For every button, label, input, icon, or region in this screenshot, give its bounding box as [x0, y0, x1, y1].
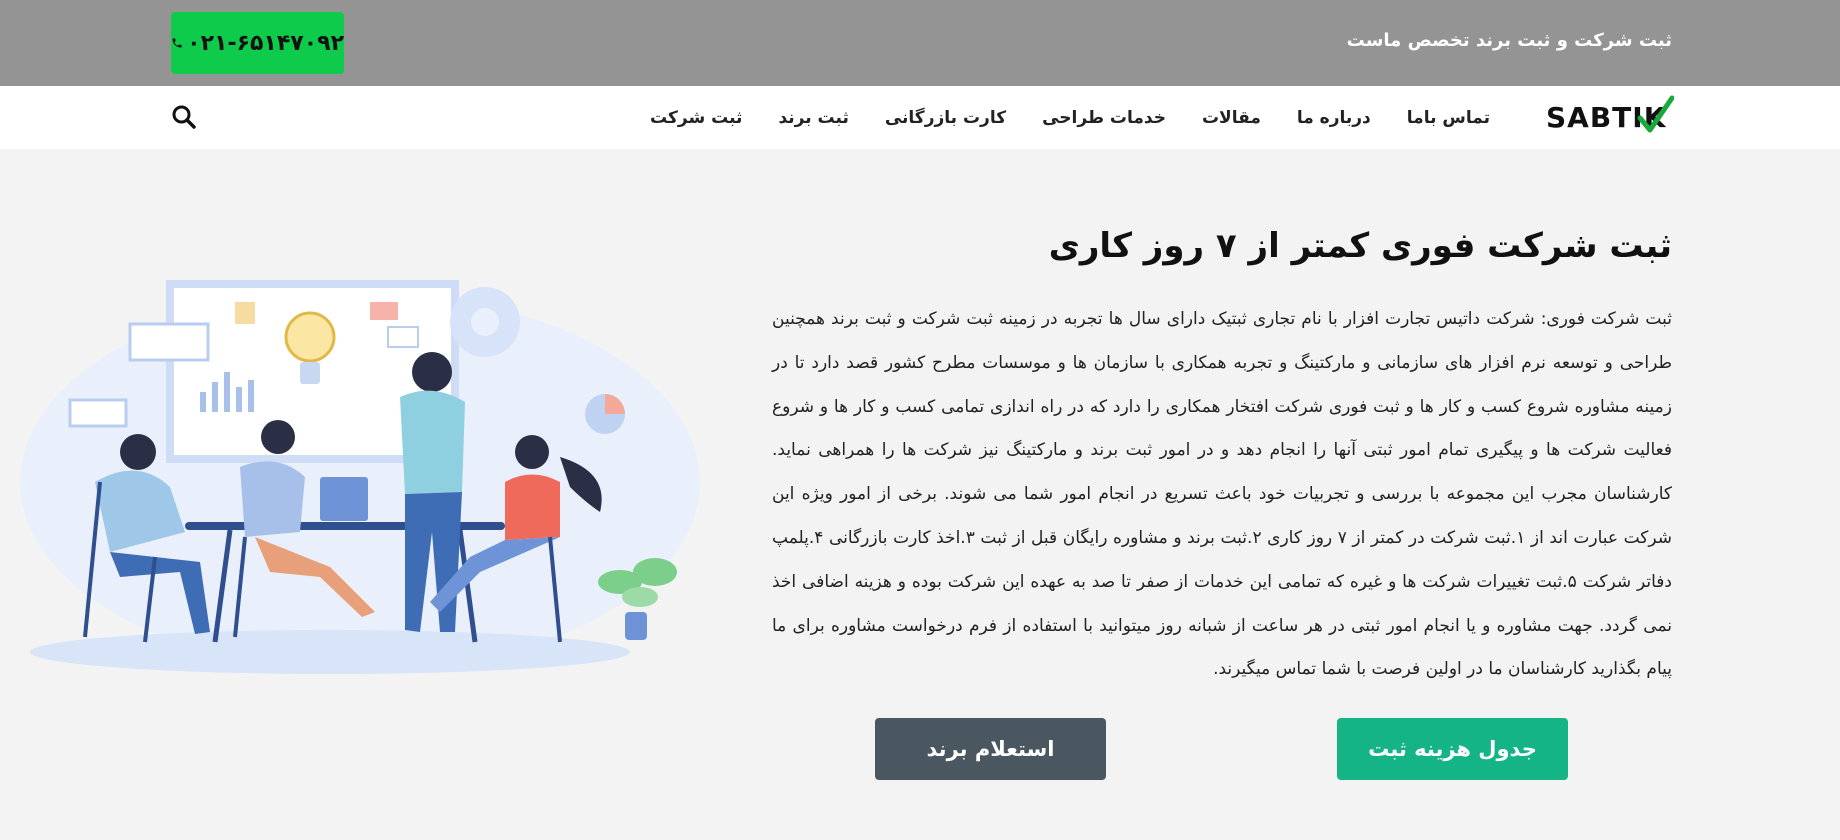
site-logo[interactable]: SABTIK [1546, 95, 1674, 140]
nav-menu: ثبت شرکت ثبت برند کارت بازرگانی خدمات طر… [650, 86, 1490, 149]
brand-inquiry-button[interactable]: استعلام برند [875, 718, 1106, 780]
nav-item-about[interactable]: درباره ما [1297, 108, 1371, 128]
top-tagline: ثبت شرکت و ثبت برند تخصص ماست [1346, 30, 1672, 51]
team-meeting-illustration [20, 280, 700, 674]
top-bar: ۰۲۱-۶۵۱۴۷۰۹۲ ثبت شرکت و ثبت برند تخصص ما… [0, 0, 1840, 86]
hero-title: ثبت شرکت فوری کمتر از ۷ روز کاری [1048, 226, 1672, 266]
logo-check-icon [1637, 95, 1674, 133]
search-icon[interactable] [171, 104, 197, 130]
price-table-button[interactable]: جدول هزینه ثبت [1337, 718, 1568, 780]
phone-number: ۰۲۱-۶۵۱۴۷۰۹۲ [187, 30, 344, 56]
hero-description: ثبت شرکت فوری: شرکت داتیس تجارت افزار با… [772, 309, 1673, 680]
nav-item-company-registration[interactable]: ثبت شرکت [650, 108, 742, 128]
nav-item-commercial-card[interactable]: کارت بازرگانی [885, 108, 1006, 128]
phone-icon [172, 38, 182, 48]
nav-item-contact[interactable]: تماس باما [1407, 108, 1490, 128]
phone-button[interactable]: ۰۲۱-۶۵۱۴۷۰۹۲ [171, 12, 344, 74]
nav-item-brand-registration[interactable]: ثبت برند [778, 108, 848, 128]
main-navbar: SABTIK ثبت شرکت ثبت برند کارت بازرگانی خ… [0, 86, 1840, 149]
nav-item-articles[interactable]: مقالات [1202, 108, 1261, 128]
nav-item-design-services[interactable]: خدمات طراحی [1042, 108, 1166, 128]
